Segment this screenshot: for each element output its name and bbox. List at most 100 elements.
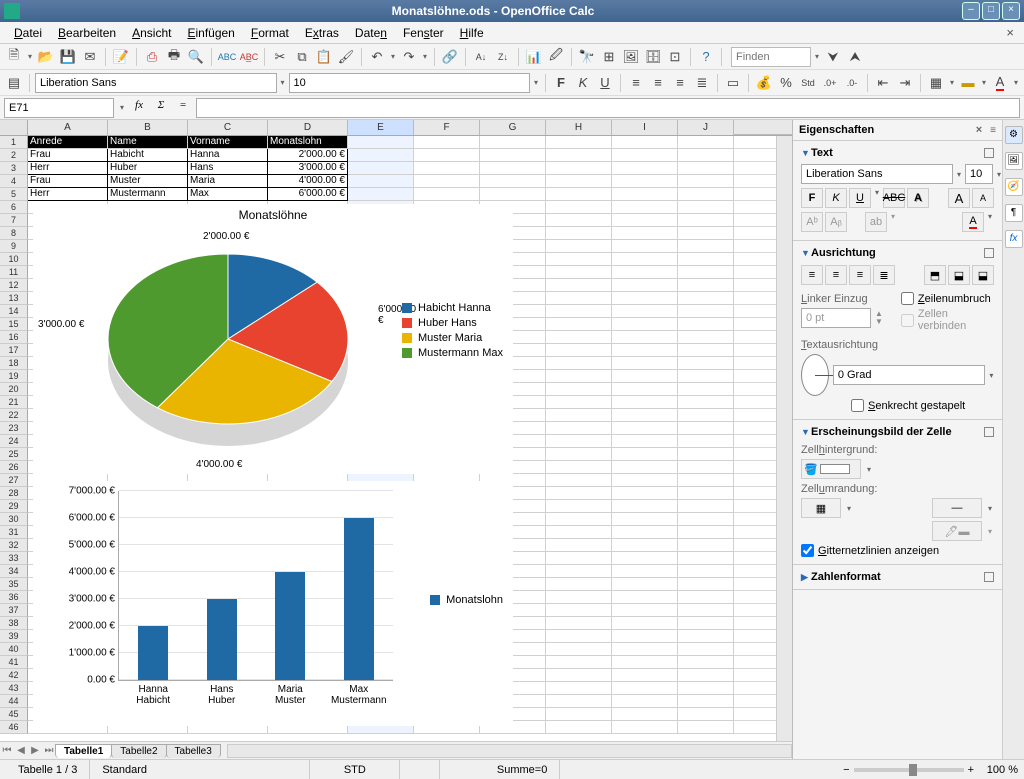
sidetab-properties-icon[interactable]: ⚙ bbox=[1005, 126, 1023, 144]
save-icon[interactable]: 💾 bbox=[58, 47, 78, 67]
row-header[interactable]: 10 bbox=[0, 253, 28, 266]
cell[interactable] bbox=[612, 305, 678, 318]
email-icon[interactable]: ✉ bbox=[80, 47, 100, 67]
name-box[interactable] bbox=[4, 98, 114, 118]
cell[interactable] bbox=[612, 149, 678, 162]
status-sum[interactable]: Summe=0 bbox=[440, 760, 560, 779]
sheet-tab[interactable]: Tabelle1 bbox=[55, 744, 112, 758]
menu-hilfe[interactable]: Hilfe bbox=[452, 24, 492, 42]
menu-datei[interactable]: Datei bbox=[6, 24, 50, 42]
cell[interactable] bbox=[678, 682, 734, 695]
cell-bg-picker[interactable]: 🪣 bbox=[801, 459, 861, 479]
hyperlink-icon[interactable]: 🔗 bbox=[440, 47, 460, 67]
cell[interactable]: Hanna bbox=[188, 149, 268, 162]
cell[interactable] bbox=[612, 214, 678, 227]
cell[interactable] bbox=[546, 396, 612, 409]
cell[interactable] bbox=[414, 136, 480, 149]
orientation-dial-icon[interactable] bbox=[801, 354, 829, 396]
pdf-export-icon[interactable]: ⎙ bbox=[142, 47, 162, 67]
number-std-icon[interactable]: Std bbox=[798, 73, 818, 93]
pie-chart[interactable]: Monatslöhne2'000.00 €3'000.00 €4'000.00 … bbox=[33, 204, 513, 474]
row-header[interactable]: 21 bbox=[0, 396, 28, 409]
cell[interactable] bbox=[678, 214, 734, 227]
nonprinting-icon[interactable]: ⊡ bbox=[665, 47, 685, 67]
cell[interactable] bbox=[546, 500, 612, 513]
zoom-out-icon[interactable]: − bbox=[843, 764, 849, 776]
cell[interactable] bbox=[612, 448, 678, 461]
cell[interactable] bbox=[546, 409, 612, 422]
cell[interactable] bbox=[546, 188, 612, 201]
cell[interactable] bbox=[546, 630, 612, 643]
cell[interactable] bbox=[546, 201, 612, 214]
cell[interactable] bbox=[348, 136, 414, 149]
add-decimal-icon[interactable]: .0+ bbox=[820, 73, 840, 93]
border-color-icon[interactable]: 🖊▬ bbox=[932, 521, 982, 541]
cell[interactable] bbox=[348, 188, 414, 201]
cell[interactable] bbox=[546, 136, 612, 149]
cell[interactable]: Anrede bbox=[28, 136, 108, 149]
row-header[interactable]: 14 bbox=[0, 305, 28, 318]
row-header[interactable]: 1 bbox=[0, 136, 28, 149]
cell[interactable] bbox=[546, 461, 612, 474]
underline-icon[interactable]: U bbox=[595, 73, 615, 93]
prop-align-left-icon[interactable]: ≡ bbox=[801, 265, 823, 285]
find-prev-icon[interactable]: ⮝ bbox=[845, 47, 865, 67]
prop-shrink-font-icon[interactable]: A bbox=[972, 188, 994, 208]
cell[interactable] bbox=[678, 630, 734, 643]
cell[interactable] bbox=[612, 630, 678, 643]
cell[interactable] bbox=[678, 513, 734, 526]
menu-format[interactable]: Format bbox=[243, 24, 297, 42]
cell[interactable] bbox=[678, 474, 734, 487]
cell[interactable] bbox=[612, 461, 678, 474]
cell[interactable] bbox=[546, 318, 612, 331]
navigator-icon[interactable]: ⊞ bbox=[599, 47, 619, 67]
datasources-icon[interactable]: 🗄 bbox=[643, 47, 663, 67]
row-header[interactable]: 18 bbox=[0, 357, 28, 370]
cell[interactable] bbox=[678, 487, 734, 500]
fontcolor-icon[interactable]: A bbox=[990, 73, 1010, 93]
find-next-icon[interactable]: ⮟ bbox=[823, 47, 843, 67]
cell[interactable] bbox=[546, 266, 612, 279]
cell[interactable]: Vorname bbox=[188, 136, 268, 149]
row-header[interactable]: 27 bbox=[0, 474, 28, 487]
cell[interactable] bbox=[612, 656, 678, 669]
print-preview-icon[interactable]: 🔍 bbox=[186, 47, 206, 67]
cell[interactable] bbox=[348, 162, 414, 175]
cell[interactable] bbox=[612, 435, 678, 448]
cell[interactable] bbox=[546, 513, 612, 526]
cell[interactable] bbox=[612, 162, 678, 175]
row-header[interactable]: 31 bbox=[0, 526, 28, 539]
cell[interactable] bbox=[546, 175, 612, 188]
cell[interactable] bbox=[546, 435, 612, 448]
row-header[interactable]: 36 bbox=[0, 591, 28, 604]
cell[interactable] bbox=[546, 604, 612, 617]
cell[interactable] bbox=[678, 266, 734, 279]
cell[interactable]: Huber bbox=[108, 162, 188, 175]
cell[interactable] bbox=[612, 552, 678, 565]
chart-icon[interactable]: 📊 bbox=[524, 47, 544, 67]
sidetab-styles-icon[interactable]: ¶ bbox=[1005, 204, 1023, 222]
cell[interactable] bbox=[348, 149, 414, 162]
cell[interactable] bbox=[612, 474, 678, 487]
decrease-indent-icon[interactable]: ⇤ bbox=[873, 73, 893, 93]
cell[interactable] bbox=[546, 292, 612, 305]
cell[interactable]: 4'000.00 € bbox=[268, 175, 348, 188]
row-header[interactable]: 34 bbox=[0, 565, 28, 578]
border-style-icon[interactable]: ― bbox=[932, 498, 982, 518]
cell[interactable] bbox=[348, 175, 414, 188]
row-header[interactable]: 17 bbox=[0, 344, 28, 357]
cell[interactable] bbox=[678, 201, 734, 214]
document-close-icon[interactable]: × bbox=[1002, 25, 1018, 40]
prop-font-size[interactable] bbox=[965, 164, 993, 184]
cell[interactable] bbox=[546, 383, 612, 396]
indent-spin[interactable] bbox=[801, 308, 871, 328]
cell[interactable] bbox=[546, 357, 612, 370]
column-header[interactable]: C bbox=[188, 120, 268, 135]
sum-icon[interactable]: Σ bbox=[152, 99, 170, 117]
zoom-value[interactable]: 100 % bbox=[978, 764, 1018, 776]
cell[interactable]: Herr bbox=[28, 188, 108, 201]
cell[interactable] bbox=[414, 175, 480, 188]
tab-next-icon[interactable]: ▶ bbox=[28, 745, 42, 756]
row-header[interactable]: 44 bbox=[0, 695, 28, 708]
cell[interactable] bbox=[414, 149, 480, 162]
